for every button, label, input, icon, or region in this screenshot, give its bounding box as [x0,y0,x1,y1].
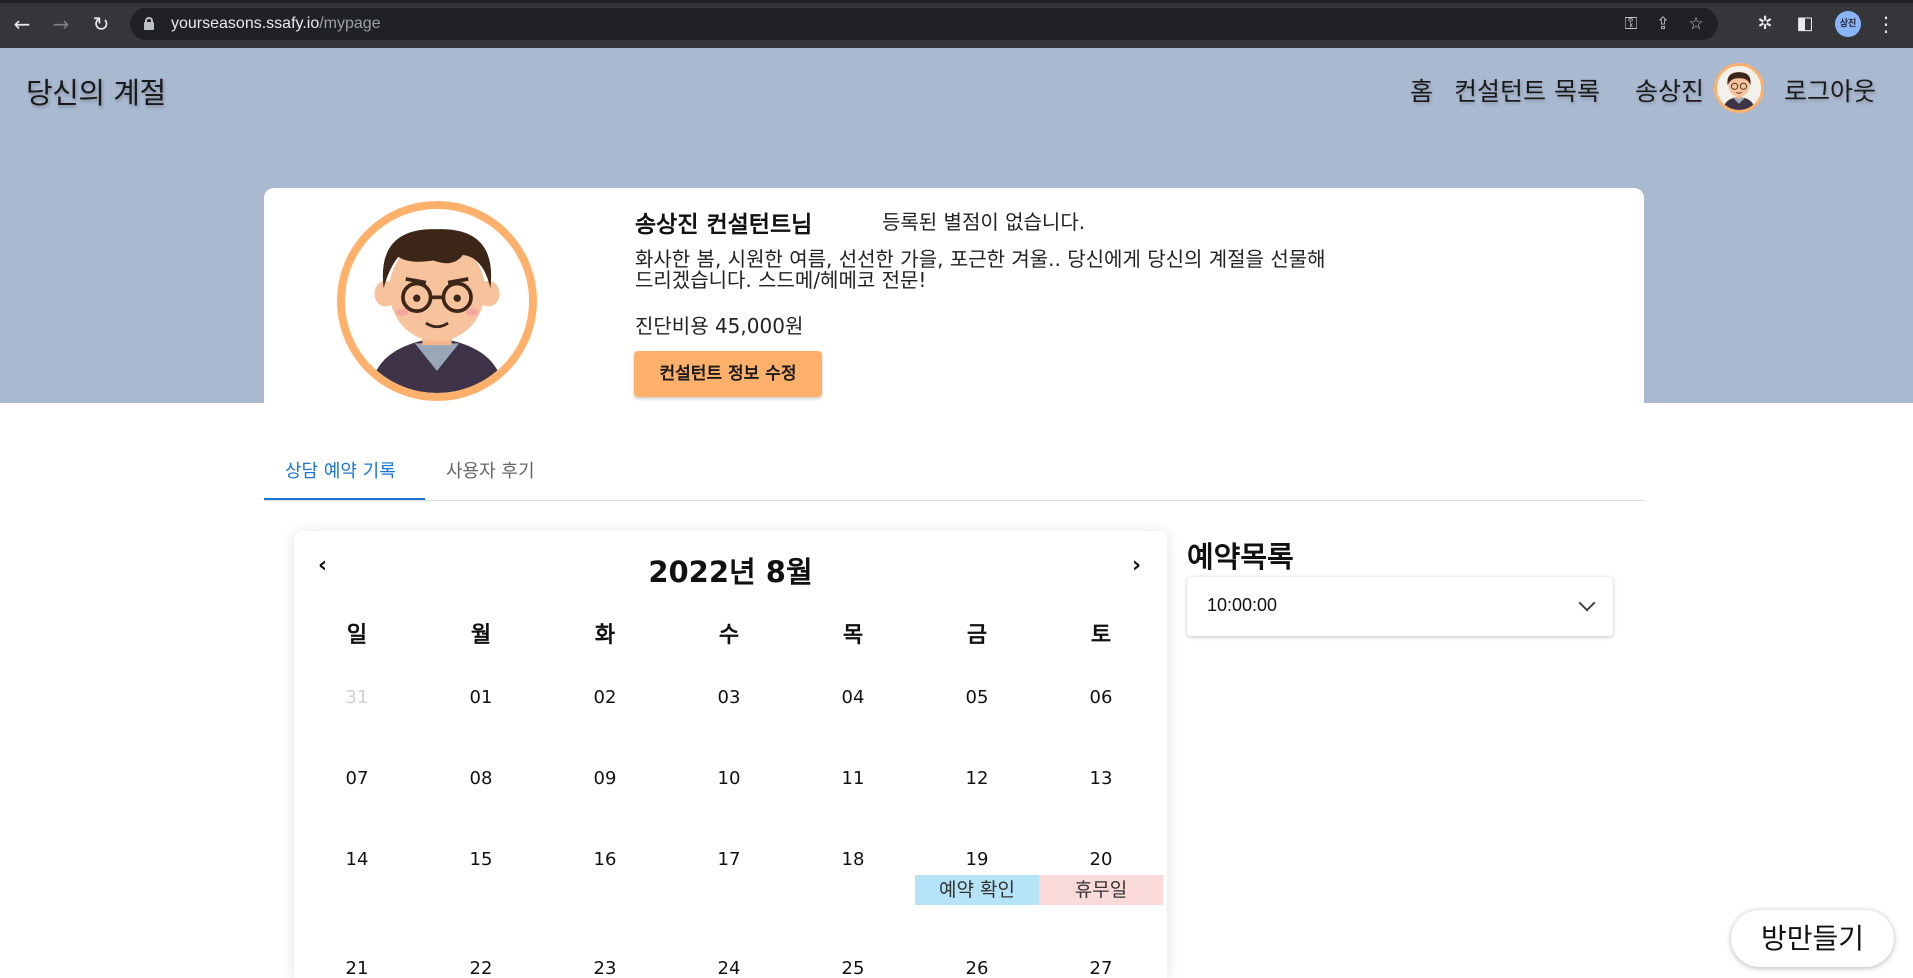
calendar-title: 2022년 8월 [648,555,813,589]
calendar-day[interactable]: 08 [419,768,543,789]
share-icon[interactable]: ⇪ [1652,13,1674,35]
calendar-day[interactable]: 15 [419,849,543,870]
diagnosis-fee: 진단비용 45,000원 [635,314,804,338]
next-month-button[interactable]: › [1132,553,1141,578]
calendar-day[interactable]: 05 [915,687,1039,708]
calendar-day[interactable]: 26 [915,958,1039,978]
calendar-day[interactable]: 17 [667,849,791,870]
rating-status: 등록된 별점이 없습니다. [882,210,1086,234]
calendar-day[interactable]: 18 [791,849,915,870]
reservation-list-title: 예약목록 [1187,540,1294,574]
url-text[interactable]: yourseasons.ssafy.io/mypage [171,15,381,33]
bookmark-star-icon[interactable]: ☆ [1685,13,1707,35]
holiday-tag: 휴무일 [1039,875,1163,905]
calendar-day[interactable]: 11 [791,768,915,789]
nav-avatar[interactable] [1714,63,1764,113]
extensions-puzzle-icon[interactable]: ✲ [1752,11,1778,37]
calendar-day[interactable]: 27 [1039,958,1163,978]
edit-consultant-info-button[interactable]: 컨설턴트 정보 수정 [634,351,822,397]
reload-icon[interactable]: ↻ [87,10,115,38]
kebab-menu-icon[interactable]: ⋮ [1876,11,1896,37]
active-tab-indicator [264,498,425,500]
consultant-avatar-illustration [345,209,529,393]
site-logo[interactable]: 당신의 계절 [26,70,166,112]
browser-chrome: ← → ↻ yourseasons.ssafy.io/mypage ⚿ ⇪ ☆ … [0,0,1913,48]
tab-user-reviews[interactable]: 사용자 후기 [446,457,535,483]
nav-home[interactable]: 홈 [1410,72,1433,108]
calendar-day[interactable]: 06 [1039,687,1163,708]
forward-icon[interactable]: → [47,10,75,38]
intro-line-1: 화사한 봄, 시원한 여름, 선선한 가을, 포근한 겨울.. 당신에게 당신의… [635,247,1326,271]
calendar-day[interactable]: 25 [791,958,915,978]
chevron-down-icon [1578,594,1596,612]
weekday-header: 월 [470,623,492,648]
calendar: ‹ 2022년 8월 › 일 월 화 수 목 금 토 31 01 02 03 04 05 06 07 08 09… [294,531,1167,978]
calendar-day[interactable]: 24 [667,958,791,978]
consultant-name: 송상진 컨설턴트님 [635,212,813,238]
tabs-divider [264,500,1644,501]
calendar-day[interactable]: 23 [543,958,667,978]
calendar-day[interactable]: 16 [543,849,667,870]
create-room-button[interactable]: 방만들기 [1731,910,1894,967]
calendar-day[interactable]: 01 [419,687,543,708]
calendar-day[interactable]: 31 [295,687,419,708]
calendar-day[interactable]: 09 [543,768,667,789]
calendar-day[interactable]: 07 [295,768,419,789]
side-panel-icon[interactable]: ◧ [1792,11,1818,37]
tab-strip [0,0,1913,3]
profile-avatar[interactable]: 상진 [1835,11,1861,37]
consultant-avatar [337,201,537,401]
weekday-header: 금 [966,623,988,648]
weekday-header: 토 [1090,623,1112,648]
booking-confirm-tag[interactable]: 예약 확인 [915,875,1039,905]
lock-icon [144,17,154,30]
calendar-day[interactable]: 02 [543,687,667,708]
calendar-day[interactable]: 04 [791,687,915,708]
weekday-header: 수 [718,623,740,648]
calendar-day[interactable]: 10 [667,768,791,789]
address-bar[interactable]: yourseasons.ssafy.io/mypage ⚿ ⇪ ☆ [130,8,1718,40]
calendar-day[interactable]: 22 [419,958,543,978]
reservation-time-select[interactable]: 10:00:00 [1187,577,1613,636]
nav-user-name[interactable]: 송상진 [1635,72,1704,108]
calendar-day[interactable]: 14 [295,849,419,870]
weekday-header: 화 [594,623,616,648]
key-icon[interactable]: ⚿ [1620,13,1642,35]
calendar-day[interactable]: 13 [1039,768,1163,789]
nav-logout[interactable]: 로그아웃 [1784,72,1876,108]
calendar-day[interactable]: 12 [915,768,1039,789]
calendar-day[interactable]: 20 [1039,849,1163,870]
weekday-header: 목 [842,623,864,648]
weekday-header: 일 [346,623,368,648]
nav-consultant-list[interactable]: 컨설턴트 목록 [1454,72,1600,108]
calendar-day[interactable]: 19 [915,849,1039,870]
calendar-day[interactable]: 03 [667,687,791,708]
tab-reservation-history[interactable]: 상담 예약 기록 [285,457,396,483]
consultant-intro: 화사한 봄, 시원한 여름, 선선한 가을, 포근한 겨울.. 당신에게 당신의… [635,249,1395,291]
back-icon[interactable]: ← [8,10,36,38]
calendar-day[interactable]: 21 [295,958,419,978]
selected-time: 10:00:00 [1207,595,1278,615]
intro-line-2: 드리겠습니다. 스드메/헤메코 전문! [635,268,927,292]
user-avatar-illustration [1717,66,1761,110]
